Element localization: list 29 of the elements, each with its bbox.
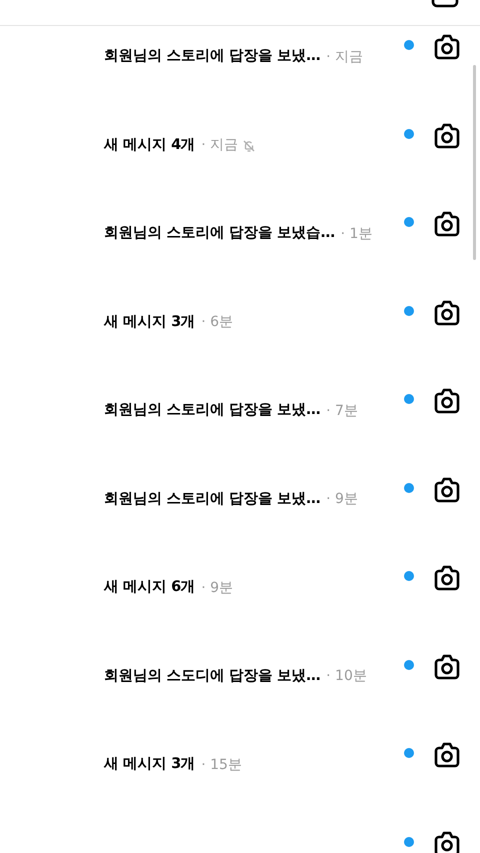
timestamp: · 1분 (340, 224, 372, 244)
message-preview: 새 메시지 3개 (104, 312, 196, 332)
timestamp: · 15분 (201, 756, 242, 775)
timestamp: · 9분 (326, 490, 358, 510)
camera-icon[interactable] (433, 565, 461, 592)
camera-icon[interactable] (433, 830, 461, 853)
message-preview: 회원님의 스토리에 답장을 보냈습… (104, 224, 335, 244)
message-preview: 회원님의 스토리에 답장을 보냈… (104, 401, 320, 420)
timestamp: · 지금 (201, 136, 238, 156)
message-preview: 회원님의 스도디에 답장을 보냈… (104, 666, 320, 686)
timestamp: · 7분 (326, 402, 358, 421)
camera-icon[interactable] (433, 211, 461, 238)
camera-icon[interactable] (433, 654, 461, 680)
camera-icon[interactable] (433, 476, 461, 503)
message-preview: 새 메시지 6개 (104, 578, 196, 598)
message-preview: 새 메시지 4개 (104, 136, 196, 155)
camera-icon[interactable] (433, 742, 461, 768)
camera-icon[interactable] (433, 34, 461, 60)
camera-icon[interactable] (433, 122, 461, 149)
scrollbar[interactable] (473, 65, 476, 260)
message-preview: 회원님의 스토리에 답장을 보냈… (104, 47, 320, 66)
timestamp: · 지금 (326, 48, 364, 67)
camera-icon[interactable] (433, 388, 461, 414)
timestamp: · 9분 (201, 578, 233, 598)
timestamp: · 6분 (201, 313, 233, 332)
camera-icon[interactable] (433, 300, 461, 326)
timestamp: · 10분 (326, 667, 367, 686)
message-preview: 새 메시지 3개 (104, 755, 196, 774)
message-preview: 회원님의 스토리에 답장을 보냈… (104, 490, 320, 509)
